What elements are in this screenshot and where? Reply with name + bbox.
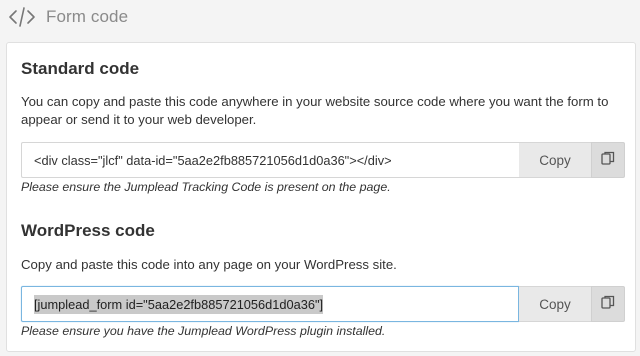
wordpress-copy-button[interactable]: Copy [519,286,591,322]
standard-clipboard-button[interactable] [591,142,625,178]
wordpress-clipboard-button[interactable] [591,286,625,322]
standard-code-field[interactable]: <div class="jlcf" data-id="5aa2e2fb88572… [21,142,519,178]
page-header: Form code [8,4,128,30]
page: Form code Standard code You can copy and… [0,0,640,356]
standard-code-title: Standard code [21,59,140,78]
standard-copy-button[interactable]: Copy [519,142,591,178]
wordpress-code-row: [jumplead_form id="5aa2e2fb885721056d1d0… [21,286,627,322]
clipboard-icon [601,295,615,314]
wordpress-code-field[interactable]: [jumplead_form id="5aa2e2fb885721056d1d0… [21,286,519,322]
clipboard-icon [601,151,615,170]
page-title: Form code [46,7,129,26]
code-icon [8,5,36,29]
standard-code-row: <div class="jlcf" data-id="5aa2e2fb88572… [21,142,627,178]
wordpress-code-text: [jumplead_form id="5aa2e2fb885721056d1d0… [34,294,324,314]
wordpress-code-description: Copy and paste this code into any page o… [21,257,397,272]
form-code-card: Standard code You can copy and paste thi… [6,42,636,352]
wordpress-code-title: WordPress code [21,221,155,240]
standard-code-text: <div class="jlcf" data-id="5aa2e2fb88572… [34,152,392,168]
standard-code-note: Please ensure the Jumplead Tracking Code… [21,180,391,194]
standard-code-description: You can copy and paste this code anywher… [21,94,609,127]
wordpress-code-note: Please ensure you have the Jumplead Word… [21,324,386,338]
